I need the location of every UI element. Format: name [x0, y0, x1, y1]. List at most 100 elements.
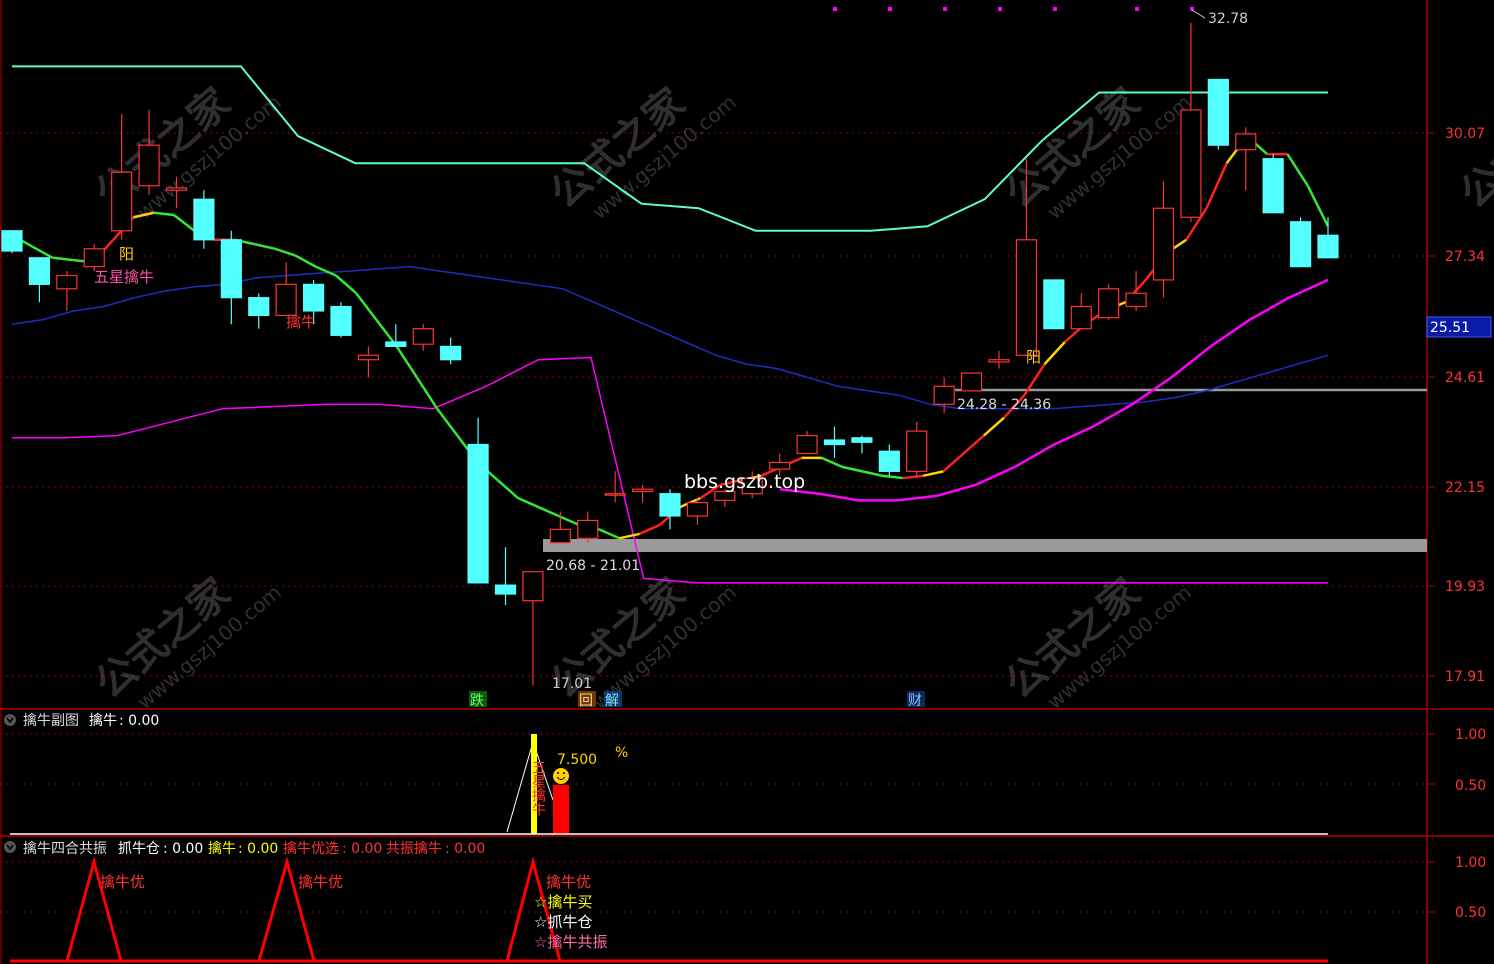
label-wuxing-qinniu: 五星擒牛	[94, 268, 154, 286]
trend-line-segment	[982, 416, 1005, 437]
candle-body	[1180, 109, 1202, 218]
low-price-label: 17.01	[552, 676, 592, 692]
trend-line-segment	[415, 376, 439, 410]
candle-body	[111, 171, 133, 232]
trend-line-segment	[395, 345, 418, 379]
trend-line-segment	[558, 514, 580, 527]
sub2-field-value: : 0.00	[445, 841, 485, 857]
watermark-text: bbs.gszb.top	[684, 471, 805, 493]
candle-body	[83, 248, 105, 268]
sub-panel-2: 擒牛四合共振 抓牛仓 : 0.00 擒牛 : 0.00 擒牛优选 : 0.00 …	[4, 840, 1486, 963]
candle-body	[1, 230, 23, 252]
candle-body	[28, 257, 51, 285]
trend-line-segment	[537, 505, 560, 518]
sub1-red-bar	[553, 785, 569, 834]
label-yang: 阳	[119, 245, 134, 263]
candle-body	[960, 372, 983, 392]
header-dot	[833, 7, 837, 11]
candle-body	[440, 345, 462, 361]
trend-line-segment	[335, 274, 358, 295]
signal-label: ☆抓牛仓	[534, 913, 592, 931]
trend-line-segment	[355, 292, 378, 321]
candle-body	[494, 584, 517, 595]
collapse-icon	[4, 714, 16, 726]
sub2-y-tick: 0.50	[1455, 905, 1486, 921]
candle-body	[330, 305, 352, 336]
candle-body	[851, 437, 873, 443]
high-arrow-icon	[1191, 9, 1206, 19]
trend-line-segment	[497, 479, 519, 500]
y-tick-label: 19.93	[1445, 579, 1485, 595]
trend-line-segment	[294, 254, 317, 268]
candle-body	[604, 493, 626, 496]
trend-line-segment	[882, 474, 903, 480]
candle-body	[193, 198, 215, 241]
candle-body	[933, 385, 955, 405]
candle-body	[659, 493, 681, 517]
candle-body	[220, 239, 242, 299]
trend-line-segment	[639, 523, 661, 535]
trend-line-segment	[922, 470, 944, 478]
candle-body	[1043, 279, 1065, 330]
candle-body	[467, 443, 489, 584]
tag-die: 跌	[470, 693, 484, 709]
price-grid	[0, 132, 1435, 913]
trend-line-segment	[962, 434, 985, 455]
candle-body	[1262, 158, 1284, 214]
peak-label: 擒牛优	[298, 873, 343, 891]
header-dot	[943, 7, 947, 11]
sub2-field-name: 擒牛	[208, 840, 236, 857]
candle-body	[1098, 288, 1120, 319]
watermark: 公式之家www.gszj100.com	[542, 80, 741, 224]
zone-low-label: 20.68 - 21.01	[546, 558, 640, 574]
trend-line-segment	[1043, 341, 1066, 365]
candle-body	[357, 354, 380, 361]
candle-body	[1125, 292, 1147, 308]
sub2-field-name: 共振擒牛	[386, 840, 442, 857]
candle-body	[906, 430, 928, 472]
smile-icon	[553, 768, 569, 784]
watermark-cn: 公式之家	[1452, 80, 1494, 218]
signal-label: ☆擒牛买	[534, 893, 592, 911]
candle-body	[165, 187, 188, 191]
trend-line-segment	[862, 470, 883, 478]
collapse-icon	[4, 841, 16, 853]
candle-body	[1235, 133, 1257, 151]
candle-body	[1152, 207, 1175, 281]
candle-body	[769, 461, 791, 470]
candle-body	[988, 359, 1010, 363]
peak-label: 擒牛优	[100, 873, 145, 891]
y-tick-label: 27.34	[1445, 249, 1485, 265]
sub2-title: 擒牛四合共振	[23, 840, 107, 857]
tag-hui: 回	[579, 693, 593, 709]
current-price-label: 25.51	[1430, 320, 1470, 336]
candle-body	[412, 328, 434, 345]
trend-line-segment	[517, 497, 539, 509]
header-dot	[1053, 7, 1057, 11]
trend-line-segment	[619, 532, 640, 540]
trend-line-segment	[315, 265, 337, 277]
candle-body	[631, 488, 654, 493]
trend-line-segment	[1205, 162, 1228, 209]
candle-body	[275, 283, 297, 316]
stock-chart[interactable]: 公式之家www.gszj100.com 公式之家www.gszj100.com 公式…	[0, 0, 1494, 964]
y-tick-label: 30.07	[1445, 126, 1485, 142]
watermark: 公式之家www.gszj100.com	[1452, 80, 1494, 218]
candle-body	[1317, 234, 1339, 259]
trend-line-segment	[436, 407, 459, 437]
candle-body	[248, 297, 270, 316]
candle-body	[385, 341, 407, 348]
label-yang-2: 阳	[1026, 348, 1041, 366]
y-tick-label: 24.61	[1445, 370, 1485, 386]
y-tick-label: 22.15	[1445, 480, 1485, 496]
sub2-field-value: : 0.00	[238, 841, 278, 857]
sub2-field-value: : 0.00	[342, 841, 382, 857]
tag-jie: 解	[605, 693, 619, 709]
signal-label: ☆擒牛共振	[534, 933, 607, 951]
candle-body	[522, 571, 544, 602]
candle-body	[1207, 78, 1229, 146]
candle-body	[577, 519, 599, 539]
sub1-title: 擒牛副图	[23, 712, 79, 729]
tag-cai: 财	[908, 693, 922, 709]
candle-body	[686, 502, 709, 517]
